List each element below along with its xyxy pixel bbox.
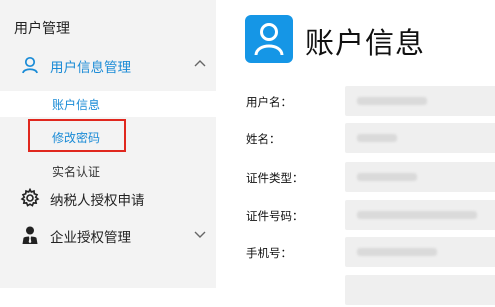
field-partial xyxy=(246,275,495,307)
field-value-box xyxy=(345,86,495,116)
field-phone: 手机号： xyxy=(246,237,495,269)
sidebar-group-user-info[interactable]: 用户信息管理 xyxy=(0,51,216,79)
field-label: 姓名： xyxy=(246,132,281,146)
account-user-icon xyxy=(245,15,293,63)
field-value-box xyxy=(345,275,495,305)
chevron-down-icon[interactable] xyxy=(193,226,207,240)
field-value-box xyxy=(345,200,495,230)
highlight-box xyxy=(28,119,126,152)
field-label: 手机号： xyxy=(246,246,292,260)
field-label: 证件号码： xyxy=(246,209,304,223)
field-username: 用户名： xyxy=(246,86,495,118)
field-name: 姓名： xyxy=(246,123,495,155)
field-value-box xyxy=(345,123,495,153)
sidebar-header: 用户管理 xyxy=(14,21,70,37)
field-id-type: 证件类型： xyxy=(246,162,495,194)
main-content: 账户信息 用户名： 姓名： 证件类型： 证件号码： 手机号： xyxy=(216,0,495,305)
user-icon xyxy=(20,55,40,75)
gear-icon xyxy=(20,187,40,208)
sidebar-group-label: 纳税人授权申请 xyxy=(50,193,145,209)
sidebar-group-label: 企业授权管理 xyxy=(50,230,131,246)
sidebar-item-label: 账户信息 xyxy=(52,98,101,112)
sidebar-group-label: 用户信息管理 xyxy=(50,60,131,76)
sidebar-group-enterprise-auth[interactable]: 企业授权管理 xyxy=(0,221,216,249)
sidebar: 用户管理 用户信息管理 账户信息 修改密码 实名认证 纳税人授权申请 企业授权管… xyxy=(0,0,216,288)
field-label: 用户名： xyxy=(246,95,292,109)
sidebar-item-label: 实名认证 xyxy=(52,165,101,179)
field-id-number: 证件号码： xyxy=(246,200,495,232)
enterprise-user-icon xyxy=(20,225,40,245)
chevron-up-icon[interactable] xyxy=(193,56,207,70)
field-value-box xyxy=(345,237,495,267)
page-title: 账户信息 xyxy=(305,26,426,60)
field-label: 证件类型： xyxy=(246,171,304,185)
sidebar-group-taxpayer-auth[interactable]: 纳税人授权申请 xyxy=(0,184,216,212)
sidebar-item-real-name-auth[interactable]: 实名认证 xyxy=(0,158,216,184)
field-value-box xyxy=(345,162,495,192)
sidebar-item-account-info[interactable]: 账户信息 xyxy=(0,91,216,117)
